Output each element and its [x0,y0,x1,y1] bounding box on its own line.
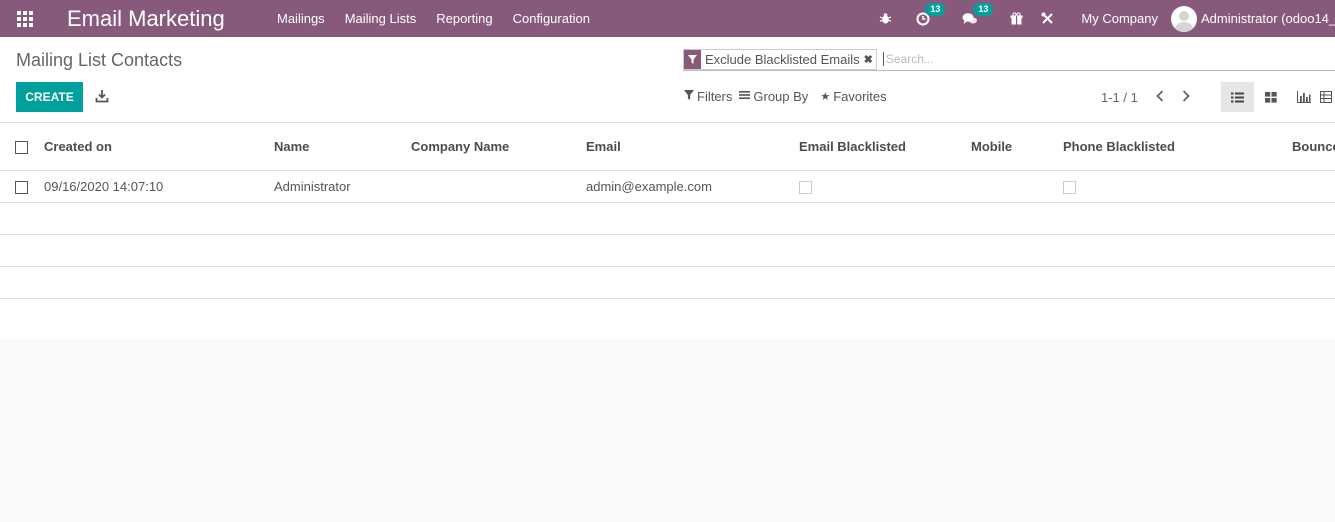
facet-label: Exclude Blacklisted Emails [705,51,860,67]
favorites-button[interactable]: ★ Favorites [820,89,886,104]
menu-item-mailings[interactable]: Mailings [267,11,335,26]
apps-menu-button[interactable] [0,0,50,37]
cell-email: admin@example.com [586,170,799,203]
empty-row [0,266,1335,299]
systray: 13 13 My Company Administrator (odoo14_ [870,0,1335,37]
gift-button[interactable] [1001,0,1032,37]
column-header-email[interactable]: Email [586,123,799,171]
menu-item-reporting[interactable]: Reporting [426,11,502,26]
table-row[interactable]: 09/16/2020 14:07:10 Administrator admin@… [0,170,1335,203]
column-header-phone-blacklisted[interactable]: Phone Blacklisted [1063,123,1292,171]
top-navbar: Email Marketing Mailings Mailing Lists R… [0,0,1335,37]
gift-icon [1010,12,1023,25]
empty-row [0,234,1335,267]
table-header-row: Created on Name Company Name Email Email… [0,123,1335,171]
kanban-view-button[interactable] [1254,82,1287,112]
filter-icon [684,49,701,69]
chevron-left-icon[interactable] [1156,89,1164,105]
user-menu[interactable]: Administrator (odoo14_ [1171,5,1335,32]
tools-icon [1041,12,1054,24]
main-menu: Mailings Mailing Lists Reporting Configu… [267,11,600,26]
pivot-view-button[interactable] [1320,82,1334,112]
phone-blacklisted-checkbox [1063,180,1076,194]
bars-icon [739,90,751,103]
download-icon [95,90,109,103]
debug-button[interactable] [870,0,901,37]
cell-mobile [971,170,1063,203]
avatar [1171,5,1197,32]
tools-button[interactable] [1032,0,1063,37]
select-all-checkbox[interactable] [0,123,44,171]
download-button[interactable] [95,89,109,103]
activity-button[interactable]: 13 [907,0,946,37]
search-facet: Exclude Blacklisted Emails ✖ [683,48,877,70]
pager: 1-1 / 1 [1101,89,1190,105]
activity-badge: 13 [925,3,946,16]
filters-button[interactable]: Filters [684,89,732,104]
row-select-checkbox[interactable] [0,170,44,203]
search-input[interactable] [882,52,1283,66]
cell-name: Administrator [274,170,411,203]
menu-item-configuration[interactable]: Configuration [503,11,600,26]
messages-badge: 13 [973,3,994,16]
list-icon [1231,92,1244,102]
chevron-right-icon[interactable] [1182,89,1190,105]
email-blacklisted-checkbox [799,180,812,194]
cell-company-name [411,170,586,203]
graph-view-button[interactable] [1287,82,1320,112]
app-title[interactable]: Email Marketing [67,6,267,32]
favorites-label: Favorites [833,89,887,104]
column-header-company-name[interactable]: Company Name [411,123,586,171]
company-switcher[interactable]: My Company [1063,11,1171,26]
cell-created-on: 09/16/2020 14:07:10 [44,170,274,203]
groupby-label: Group By [753,89,809,104]
column-header-created-on[interactable]: Created on [44,123,274,171]
empty-row [0,202,1335,235]
cell-bounce [1292,170,1335,203]
list-view: Created on Name Company Name Email Email… [0,123,1335,339]
bar-chart-icon [1296,91,1311,103]
search-bar: Exclude Blacklisted Emails ✖ [683,48,1335,71]
column-header-email-blacklisted[interactable]: Email Blacklisted [799,123,971,171]
breadcrumb: Mailing List Contacts [16,50,183,70]
messaging-button[interactable]: 13 [953,0,994,37]
create-button[interactable]: CREATE [16,82,83,112]
contacts-table: Created on Name Company Name Email Email… [0,123,1335,299]
control-panel: Mailing List Contacts Exclude Blackliste… [0,37,1335,123]
column-header-name[interactable]: Name [274,123,411,171]
cell-phone-blacklisted [1063,170,1292,203]
grid-icon [17,10,33,27]
facet-remove-icon[interactable]: ✖ [864,50,876,69]
search-options: Filters Group By ★ Favorites [684,89,894,104]
groupby-button[interactable]: Group By [739,89,808,104]
user-name: Administrator (odoo14_ [1201,11,1335,26]
filters-label: Filters [697,89,733,104]
filter-icon [684,90,694,103]
star-icon: ★ [820,91,831,103]
cell-email-blacklisted [799,170,971,203]
column-header-mobile[interactable]: Mobile [971,123,1063,171]
list-view-button[interactable] [1221,82,1254,112]
bug-icon [880,13,892,24]
kanban-icon [1264,91,1277,103]
view-switcher [1221,82,1334,112]
table-icon [1320,91,1332,103]
column-header-bounce[interactable]: Bounce [1292,123,1335,171]
menu-item-mailing-lists[interactable]: Mailing Lists [335,11,427,26]
pager-value[interactable]: 1-1 / 1 [1101,90,1138,105]
